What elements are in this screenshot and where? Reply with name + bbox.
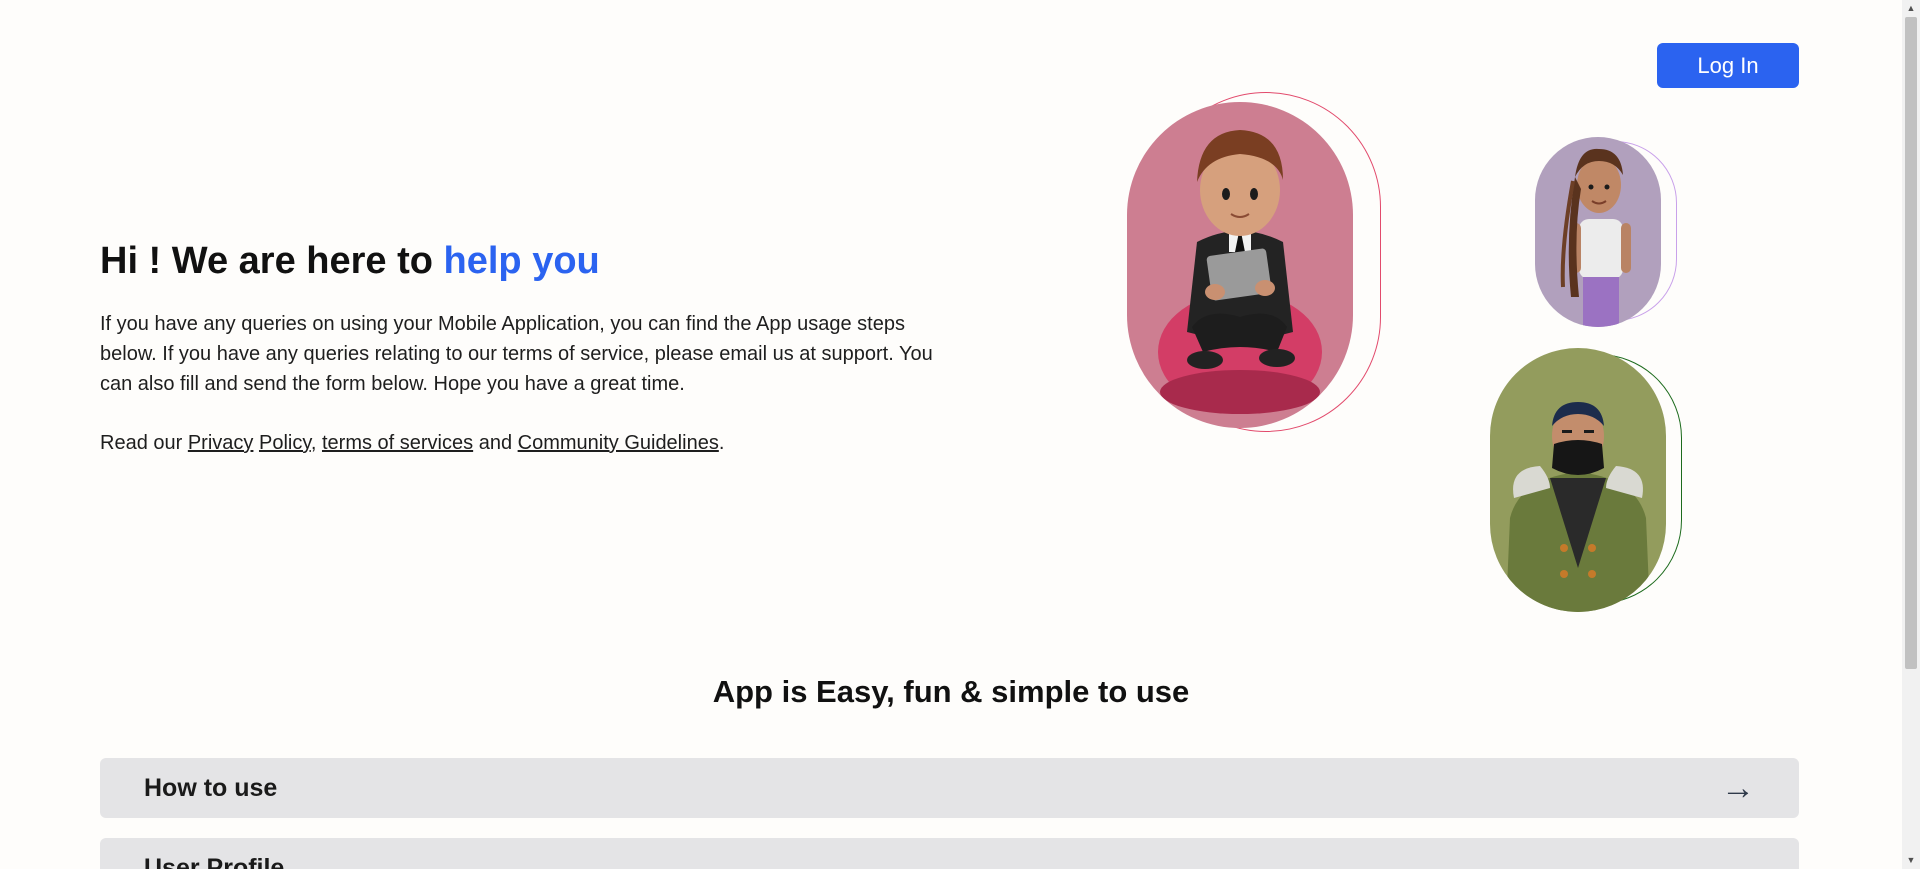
masked-man-figure-icon (1506, 402, 1650, 612)
accordion-user-profile[interactable]: User Profile → (100, 838, 1799, 869)
hero-title-prefix: Hi ! We are here to (100, 240, 444, 282)
links-and: and (473, 432, 518, 454)
woman-figure-icon (1560, 148, 1631, 327)
page: Log In Hi ! We are here to help you If y… (0, 0, 1902, 869)
arrow-right-icon: → (1721, 769, 1755, 807)
links-period: . (718, 432, 725, 454)
policy-link[interactable]: Policy (259, 432, 311, 454)
arrow-right-icon: → (1721, 849, 1755, 869)
links-prefix: Read our (100, 432, 188, 454)
accordion-label: How to use (144, 773, 278, 802)
avatar-background (1127, 102, 1353, 428)
hero-title: Hi ! We are here to help you (100, 240, 600, 283)
accordion-label: User Profile (144, 853, 285, 869)
man-figure-icon (1158, 130, 1322, 414)
scroll-down-arrow-icon[interactable]: ▼ (1902, 852, 1920, 869)
avatar-background (1490, 348, 1666, 612)
hero-paragraph: If you have any queries on using your Mo… (100, 313, 933, 395)
hero-title-accent: help you (443, 240, 600, 282)
links-comma: , (310, 432, 317, 454)
vertical-scrollbar[interactable]: ▲ ▼ (1902, 0, 1920, 869)
avatar-woman-with-dreadlocks (1535, 137, 1677, 329)
section-title: App is Easy, fun & simple to use (712, 674, 1190, 709)
terms-link[interactable]: terms of services (322, 432, 473, 454)
avatar-man-with-mask (1490, 348, 1682, 612)
avatar-background (1535, 137, 1661, 327)
login-button[interactable]: Log In (1657, 43, 1799, 88)
privacy-link[interactable]: Privacy (188, 432, 254, 454)
scroll-up-arrow-icon[interactable]: ▲ (1902, 0, 1920, 17)
community-guidelines-link[interactable]: Community Guidelines (518, 432, 719, 454)
accordion-how-to-use[interactable]: How to use → (100, 758, 1799, 818)
scrollbar-thumb[interactable] (1905, 17, 1917, 669)
policy-links: Read our Privacy Policy, terms of servic… (100, 428, 724, 458)
avatar-man-with-tablet (1127, 92, 1381, 432)
